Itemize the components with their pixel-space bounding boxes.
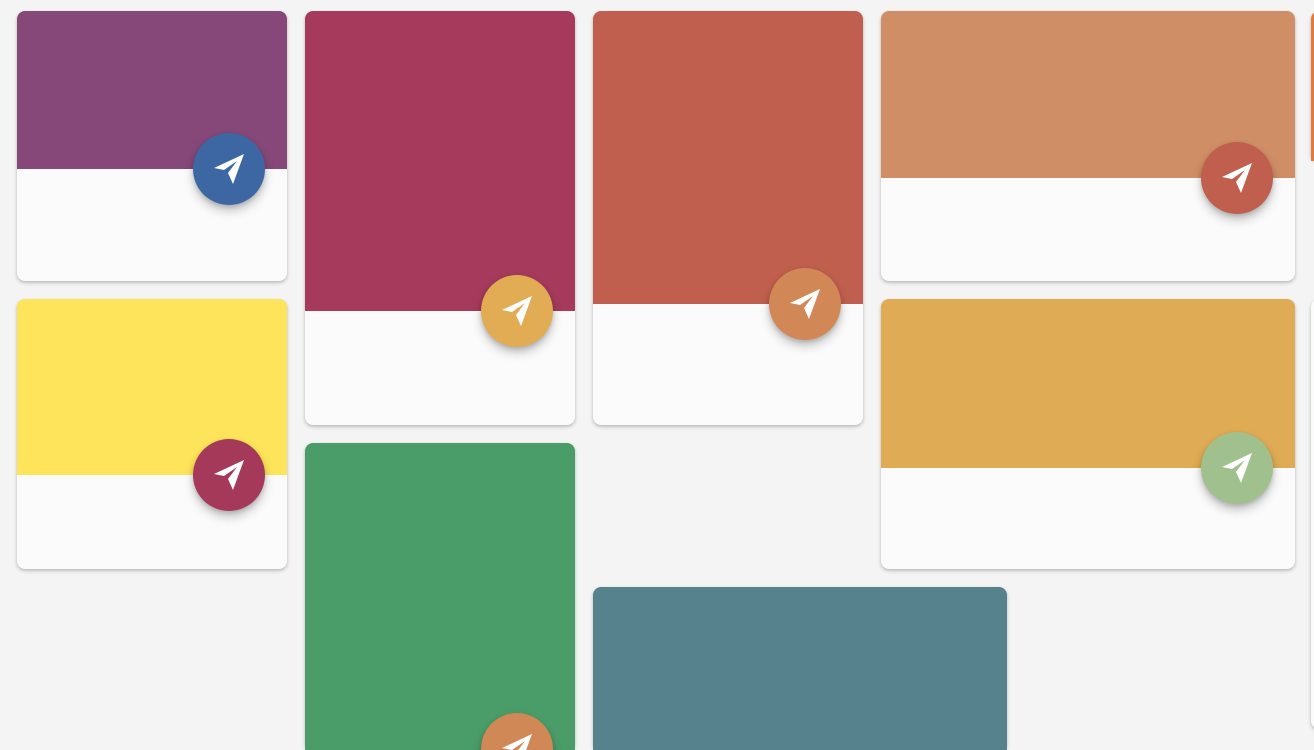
color-card[interactable] xyxy=(881,11,1295,281)
paper-plane-icon xyxy=(790,289,820,319)
card-color-block xyxy=(593,11,863,304)
card-color-block xyxy=(305,443,575,750)
send-button[interactable] xyxy=(193,133,265,205)
color-card[interactable] xyxy=(593,11,863,425)
card-board xyxy=(0,0,1314,750)
paper-plane-icon xyxy=(214,154,244,184)
paper-plane-icon xyxy=(502,296,532,326)
send-button[interactable] xyxy=(193,439,265,511)
color-card[interactable] xyxy=(17,299,287,569)
card-color-block xyxy=(305,11,575,311)
paper-plane-icon xyxy=(214,460,244,490)
send-button[interactable] xyxy=(1201,432,1273,504)
color-card[interactable] xyxy=(881,299,1295,569)
card-color-block xyxy=(593,587,1007,750)
paper-plane-icon xyxy=(1222,453,1252,483)
send-button[interactable] xyxy=(1201,142,1273,214)
send-button[interactable] xyxy=(769,268,841,340)
color-card[interactable] xyxy=(17,11,287,281)
send-button[interactable] xyxy=(481,275,553,347)
paper-plane-icon xyxy=(502,734,532,750)
color-card[interactable] xyxy=(593,587,1007,750)
color-card[interactable] xyxy=(305,11,575,425)
paper-plane-icon xyxy=(1222,163,1252,193)
color-card[interactable] xyxy=(305,443,575,750)
